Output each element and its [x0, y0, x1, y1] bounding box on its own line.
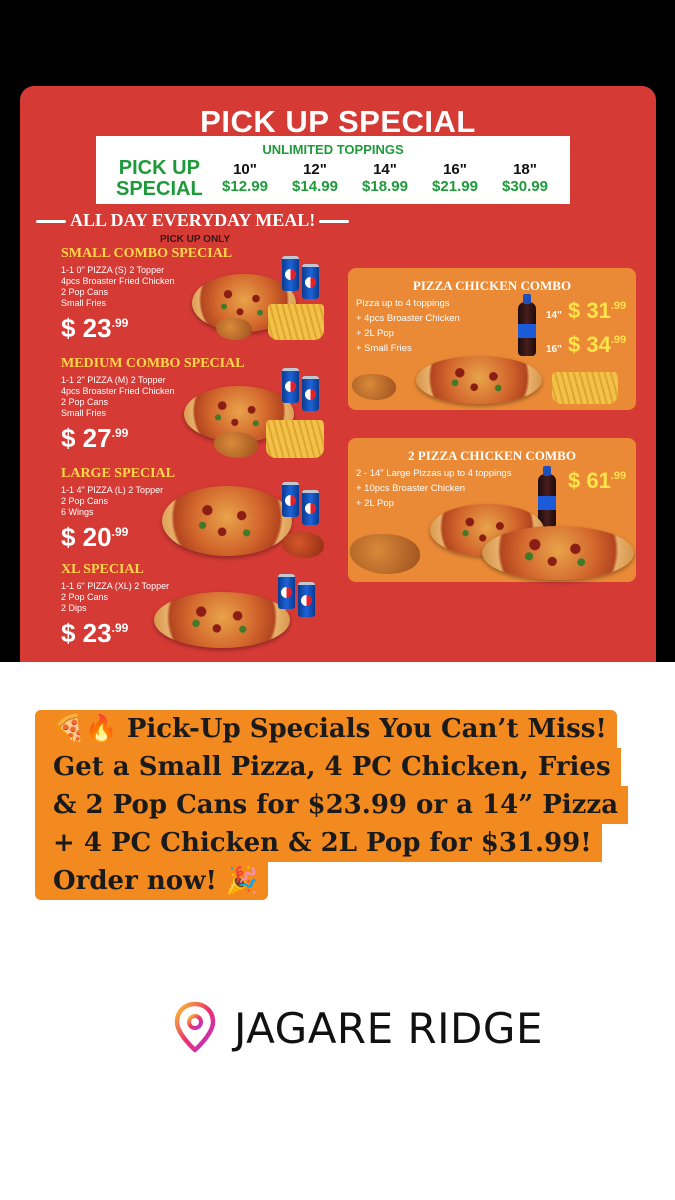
pizza-image: [162, 486, 292, 556]
chicken-image: [214, 432, 258, 458]
divider: [319, 220, 350, 224]
size-column: 18" $30.99: [502, 161, 548, 196]
xl-special-price: $ 23.99: [61, 618, 129, 648]
divider: [36, 220, 66, 224]
soda-bottle-image: [518, 294, 536, 356]
two-pizza-chicken-combo-card: 2 PIZZA CHICKEN COMBO 2 - 14" Large Pizz…: [348, 438, 636, 582]
pizza-image: [482, 526, 634, 580]
price-16: 16" $ 34.99: [546, 332, 627, 357]
caption-line: & 2 Pop Cans for $23.99 or a 14” Pizza: [35, 786, 629, 824]
pizza-chicken-combo-card: PIZZA CHICKEN COMBO Pizza up to 4 toppin…: [348, 268, 636, 410]
pickup-only-label: PICK UP ONLY: [160, 234, 231, 245]
xl-special: XL SPECIAL 1-1 6" PIZZA (XL) 2 Topper 2 …: [61, 562, 170, 648]
card-description: Pizza up to 4 toppings + 4pcs Broaster C…: [356, 298, 460, 354]
fries-image: [552, 372, 618, 404]
caption-line: + 4 PC Chicken & 2L Pop for $31.99!: [35, 824, 602, 862]
caption-line: Get a Small Pizza, 4 PC Chicken, Fries: [35, 748, 621, 786]
menu-flyer-image: PICK UP SPECIAL UNLIMITED TOPPINGS PICK …: [20, 86, 656, 662]
location-pin-icon: [174, 1001, 216, 1053]
location-label: JAGARE RIDGE: [234, 1004, 543, 1053]
size-column: 12" $14.99: [292, 161, 338, 196]
pop-can-image: [282, 368, 299, 403]
chicken-image: [216, 318, 252, 340]
pop-can-image: [302, 264, 319, 299]
soda-bottle-image: [538, 466, 556, 528]
pop-can-image: [298, 582, 315, 617]
pop-can-image: [302, 490, 319, 525]
fries-image: [266, 420, 324, 458]
chicken-image: [350, 534, 420, 574]
pop-can-image: [278, 574, 295, 609]
caption-line: Order now! 🎉: [35, 862, 269, 900]
card-title: 2 PIZZA CHICKEN COMBO: [408, 448, 576, 463]
story-caption: 🍕🔥 Pick-Up Specials You Can’t Miss! Get …: [35, 710, 657, 900]
fries-image: [268, 304, 324, 340]
pizza-image: [154, 592, 290, 648]
chicken-image: [352, 374, 396, 400]
price-two-pizza: $ 61.99: [568, 468, 627, 493]
pickup-special-label: PICK UP SPECIAL: [116, 157, 203, 200]
pizza-image: [416, 356, 542, 404]
large-special: LARGE SPECIAL 1-1 4" PIZZA (L) 2 Topper …: [61, 466, 175, 552]
price-14: 14" $ 31.99: [546, 298, 627, 323]
pop-can-image: [282, 256, 299, 291]
pop-can-image: [282, 482, 299, 517]
all-day-banner: ALL DAY EVERYDAY MEAL!: [32, 210, 353, 231]
size-column: 10" $12.99: [222, 161, 268, 196]
wings-image: [282, 532, 324, 558]
caption-line: 🍕🔥 Pick-Up Specials You Can’t Miss!: [35, 710, 617, 748]
large-special-price: $ 20.99: [61, 522, 129, 552]
size-price-table: UNLIMITED TOPPINGS PICK UP SPECIAL 10" $…: [96, 136, 570, 204]
size-column: 16" $21.99: [432, 161, 478, 196]
unlimited-toppings-label: UNLIMITED TOPPINGS: [262, 142, 404, 157]
menu-title: PICK UP SPECIAL: [200, 104, 476, 139]
size-column: 14" $18.99: [362, 161, 408, 196]
card-title: PIZZA CHICKEN COMBO: [412, 278, 572, 293]
pop-can-image: [302, 376, 319, 411]
